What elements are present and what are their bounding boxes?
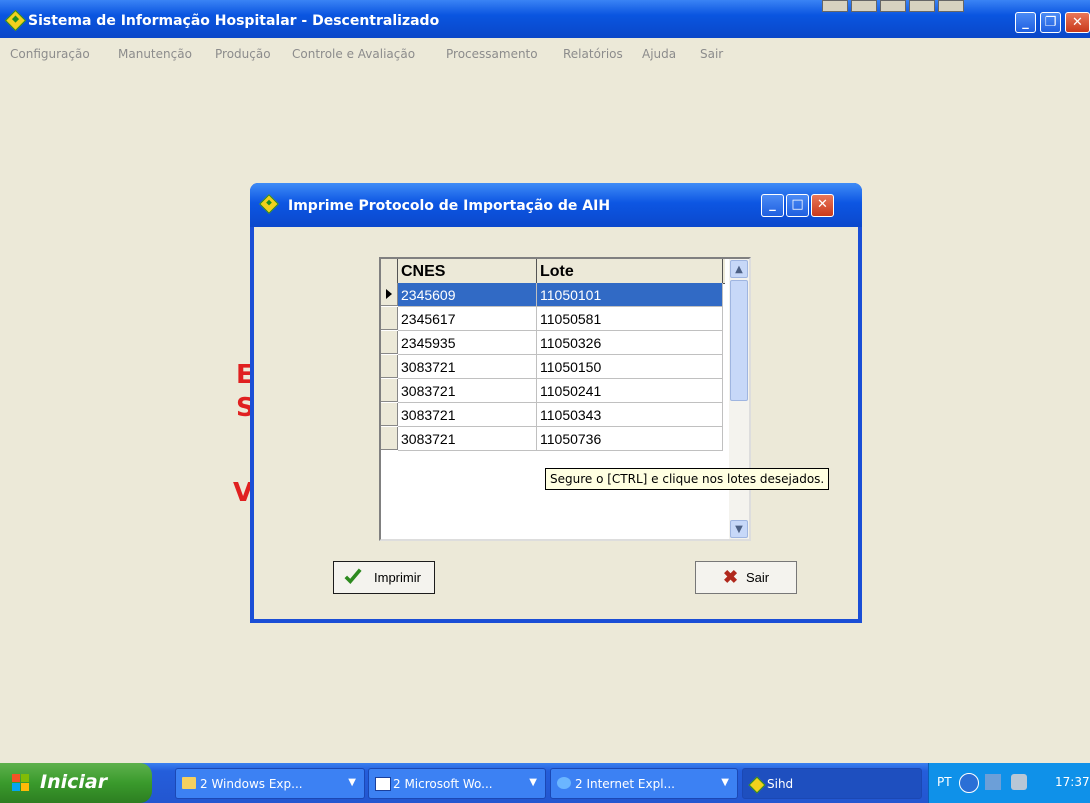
exit-button[interactable]: ✖ Sair: [695, 561, 797, 594]
cell-lote[interactable]: 11050101: [537, 283, 723, 307]
row-indicator[interactable]: [381, 427, 398, 450]
folder-icon: [182, 777, 196, 789]
checkmark-icon: [344, 568, 362, 585]
row-indicator[interactable]: [381, 307, 398, 330]
tray-expand-icon[interactable]: [959, 773, 979, 793]
table-row[interactable]: 3083721 11050343: [381, 403, 725, 427]
start-button[interactable]: Iniciar: [0, 763, 152, 803]
dialog-title-bar[interactable]: Imprime Protocolo de Importação de AIH _…: [250, 183, 862, 227]
scroll-down-button[interactable]: ▼: [730, 520, 748, 538]
exit-button-label: Sair: [746, 570, 770, 585]
cell-cnes[interactable]: 2345935: [398, 331, 537, 355]
grid-vertical-scrollbar[interactable]: ▲ ▼: [729, 259, 749, 539]
menu-producao[interactable]: Produção: [215, 47, 271, 61]
cell-lote[interactable]: 11050326: [537, 331, 723, 355]
row-indicator[interactable]: [381, 283, 398, 306]
toolbar-icon[interactable]: [851, 0, 877, 12]
cell-cnes[interactable]: 2345609: [398, 283, 537, 307]
cell-lote[interactable]: 11050241: [537, 379, 723, 403]
menu-sair[interactable]: Sair: [700, 47, 723, 61]
sihd-icon: [748, 776, 766, 794]
task-microsoft-word[interactable]: 2 Microsoft Wo... ▼: [368, 768, 546, 799]
network-icon[interactable]: [985, 774, 1001, 790]
row-indicator[interactable]: [381, 403, 398, 426]
print-protocol-dialog: Imprime Protocolo de Importação de AIH _…: [250, 183, 862, 623]
cell-lote[interactable]: 11050581: [537, 307, 723, 331]
task-label: Sihd: [767, 777, 794, 791]
menu-manutencao[interactable]: Manutenção: [118, 47, 192, 61]
menu-bar: Configuração Manutenção Produção Control…: [0, 42, 1090, 64]
chevron-down-icon: ▼: [348, 777, 356, 788]
cell-lote[interactable]: 11050150: [537, 355, 723, 379]
toolbar-icon[interactable]: [880, 0, 906, 12]
windows-logo-icon: [12, 774, 29, 791]
cell-cnes[interactable]: 3083721: [398, 403, 537, 427]
close-button[interactable]: ✕: [1065, 12, 1090, 33]
toolbar-icon[interactable]: [938, 0, 964, 12]
ie-icon: [557, 777, 571, 789]
main-window-title: Sistema de Informação Hospitalar - Desce…: [28, 13, 440, 29]
security-icon[interactable]: [1011, 774, 1027, 790]
task-label: 2 Microsoft Wo...: [393, 777, 493, 791]
dialog-minimize-button[interactable]: _: [761, 194, 784, 217]
clock: 17:37: [1055, 775, 1090, 789]
minimize-button[interactable]: _: [1015, 12, 1036, 33]
scroll-up-button[interactable]: ▲: [730, 260, 748, 278]
main-title-bar[interactable]: Sistema de Informação Hospitalar - Desce…: [0, 0, 1090, 38]
table-row[interactable]: 3083721 11050241: [381, 379, 725, 403]
table-row[interactable]: 2345609 11050101: [381, 283, 725, 307]
column-header-lote[interactable]: Lote: [537, 259, 723, 283]
task-label: 2 Internet Expl...: [575, 777, 675, 791]
lot-grid[interactable]: CNES Lote 2345609 11050101 2345617 11050581…: [379, 257, 751, 541]
menu-ajuda[interactable]: Ajuda: [642, 47, 676, 61]
tooltip: Segure o [CTRL] e clique nos lotes desej…: [545, 468, 830, 490]
scroll-thumb[interactable]: [730, 280, 748, 401]
menu-controle-avaliacao[interactable]: Controle e Avaliação: [292, 47, 415, 61]
print-button-label: Imprimir: [374, 570, 421, 585]
top-toolbar: [822, 0, 992, 12]
table-row[interactable]: 2345617 11050581: [381, 307, 725, 331]
taskbar: Iniciar 2 Windows Exp... ▼ 2 Microsoft W…: [0, 763, 1090, 803]
task-internet-explorer[interactable]: 2 Internet Expl... ▼: [550, 768, 738, 799]
row-indicator[interactable]: [381, 379, 398, 402]
table-row[interactable]: 3083721 11050736: [381, 427, 725, 451]
start-label: Iniciar: [40, 771, 108, 793]
cell-cnes[interactable]: 3083721: [398, 379, 537, 403]
cell-cnes[interactable]: 2345617: [398, 307, 537, 331]
grid-corner: [381, 259, 398, 283]
task-label: 2 Windows Exp...: [200, 777, 303, 791]
restore-button[interactable]: ❐: [1040, 12, 1061, 33]
menu-relatorios[interactable]: Relatórios: [563, 47, 623, 61]
dialog-client-area: CNES Lote 2345609 11050101 2345617 11050581…: [254, 227, 858, 619]
table-row[interactable]: 2345935 11050326: [381, 331, 725, 355]
dialog-title: Imprime Protocolo de Importação de AIH: [288, 198, 611, 214]
cell-cnes[interactable]: 3083721: [398, 427, 537, 451]
word-icon: [375, 777, 391, 791]
language-indicator[interactable]: PT: [937, 775, 952, 789]
column-header-cnes[interactable]: CNES: [398, 259, 537, 283]
menu-processamento[interactable]: Processamento: [446, 47, 538, 61]
row-indicator[interactable]: [381, 331, 398, 354]
chevron-down-icon: ▼: [529, 777, 537, 788]
dialog-diamond-icon: [259, 194, 279, 214]
grid-header: CNES Lote: [381, 259, 725, 284]
cell-lote[interactable]: 11050736: [537, 427, 723, 451]
task-windows-explorer[interactable]: 2 Windows Exp... ▼: [175, 768, 365, 799]
x-icon: ✖: [723, 567, 739, 587]
system-tray: PT 17:37: [928, 763, 1090, 803]
toolbar-icon[interactable]: [909, 0, 935, 12]
menu-configuracao[interactable]: Configuração: [10, 47, 90, 61]
chevron-down-icon: ▼: [721, 777, 729, 788]
task-sihd[interactable]: Sihd: [742, 768, 922, 799]
cell-lote[interactable]: 11050343: [537, 403, 723, 427]
table-row[interactable]: 3083721 11050150: [381, 355, 725, 379]
print-button[interactable]: Imprimir: [333, 561, 435, 594]
toolbar-icon[interactable]: [822, 0, 848, 12]
dialog-maximize-button[interactable]: □: [786, 194, 809, 217]
app-diamond-icon: [4, 9, 27, 32]
row-indicator[interactable]: [381, 355, 398, 378]
cell-cnes[interactable]: 3083721: [398, 355, 537, 379]
dialog-close-button[interactable]: ✕: [811, 194, 834, 217]
